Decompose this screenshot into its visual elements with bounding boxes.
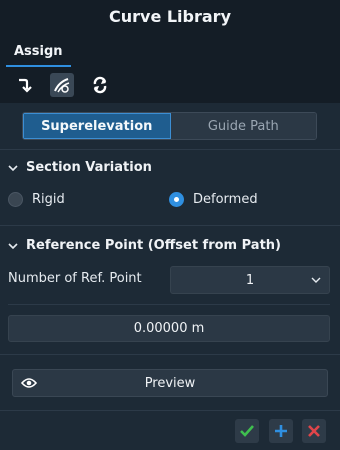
chevron-down-icon xyxy=(311,277,321,283)
section-variation-header[interactable]: Section Variation xyxy=(8,160,152,175)
superelevation-button[interactable]: Superelevation xyxy=(23,113,171,139)
section-variation-title: Section Variation xyxy=(26,160,152,175)
chevron-down-icon xyxy=(8,164,18,171)
number-of-ref-point-select[interactable]: 1 xyxy=(170,266,330,294)
mode-toggle: Superelevation Guide Path xyxy=(22,112,317,140)
radio-rigid-label: Rigid xyxy=(32,192,65,207)
tab-bar: Assign xyxy=(0,33,340,67)
divider xyxy=(0,410,340,411)
offset-value: 0.00000 m xyxy=(133,321,205,336)
divider xyxy=(8,304,330,305)
offset-input[interactable]: 0.00000 m xyxy=(8,315,330,342)
reference-point-header[interactable]: Reference Point (Offset from Path) xyxy=(8,238,281,253)
number-of-ref-point-label: Number of Ref. Point xyxy=(8,271,142,286)
chevron-down-icon xyxy=(8,242,18,249)
plus-icon xyxy=(275,425,287,437)
properties-panel: Superelevation Guide Path Section Variat… xyxy=(0,103,340,450)
close-icon xyxy=(308,425,320,437)
refresh-cycle-icon[interactable] xyxy=(88,73,112,97)
radio-deformed-label: Deformed xyxy=(193,192,258,207)
preview-button[interactable]: Preview xyxy=(12,369,328,397)
radio-deformed[interactable]: Deformed xyxy=(169,192,258,207)
radio-rigid-indicator xyxy=(8,192,23,207)
curve-arrow-icon[interactable] xyxy=(12,73,36,97)
reference-point-title: Reference Point (Offset from Path) xyxy=(26,238,281,253)
close-button[interactable] xyxy=(302,419,326,443)
add-button[interactable] xyxy=(269,419,293,443)
path-edit-icon[interactable] xyxy=(50,73,74,97)
preview-label: Preview xyxy=(144,375,196,391)
divider xyxy=(0,225,340,226)
confirm-button[interactable] xyxy=(235,419,259,443)
eye-icon xyxy=(21,378,37,388)
toolbar xyxy=(0,67,340,103)
radio-rigid[interactable]: Rigid xyxy=(8,192,65,207)
guide-path-button[interactable]: Guide Path xyxy=(170,113,316,139)
radio-deformed-indicator xyxy=(169,192,184,207)
check-icon xyxy=(240,425,254,437)
window-title: Curve Library xyxy=(0,0,340,33)
divider xyxy=(0,149,340,150)
divider xyxy=(0,354,340,355)
tab-assign[interactable]: Assign xyxy=(6,44,71,67)
number-of-ref-point-value: 1 xyxy=(245,272,255,288)
